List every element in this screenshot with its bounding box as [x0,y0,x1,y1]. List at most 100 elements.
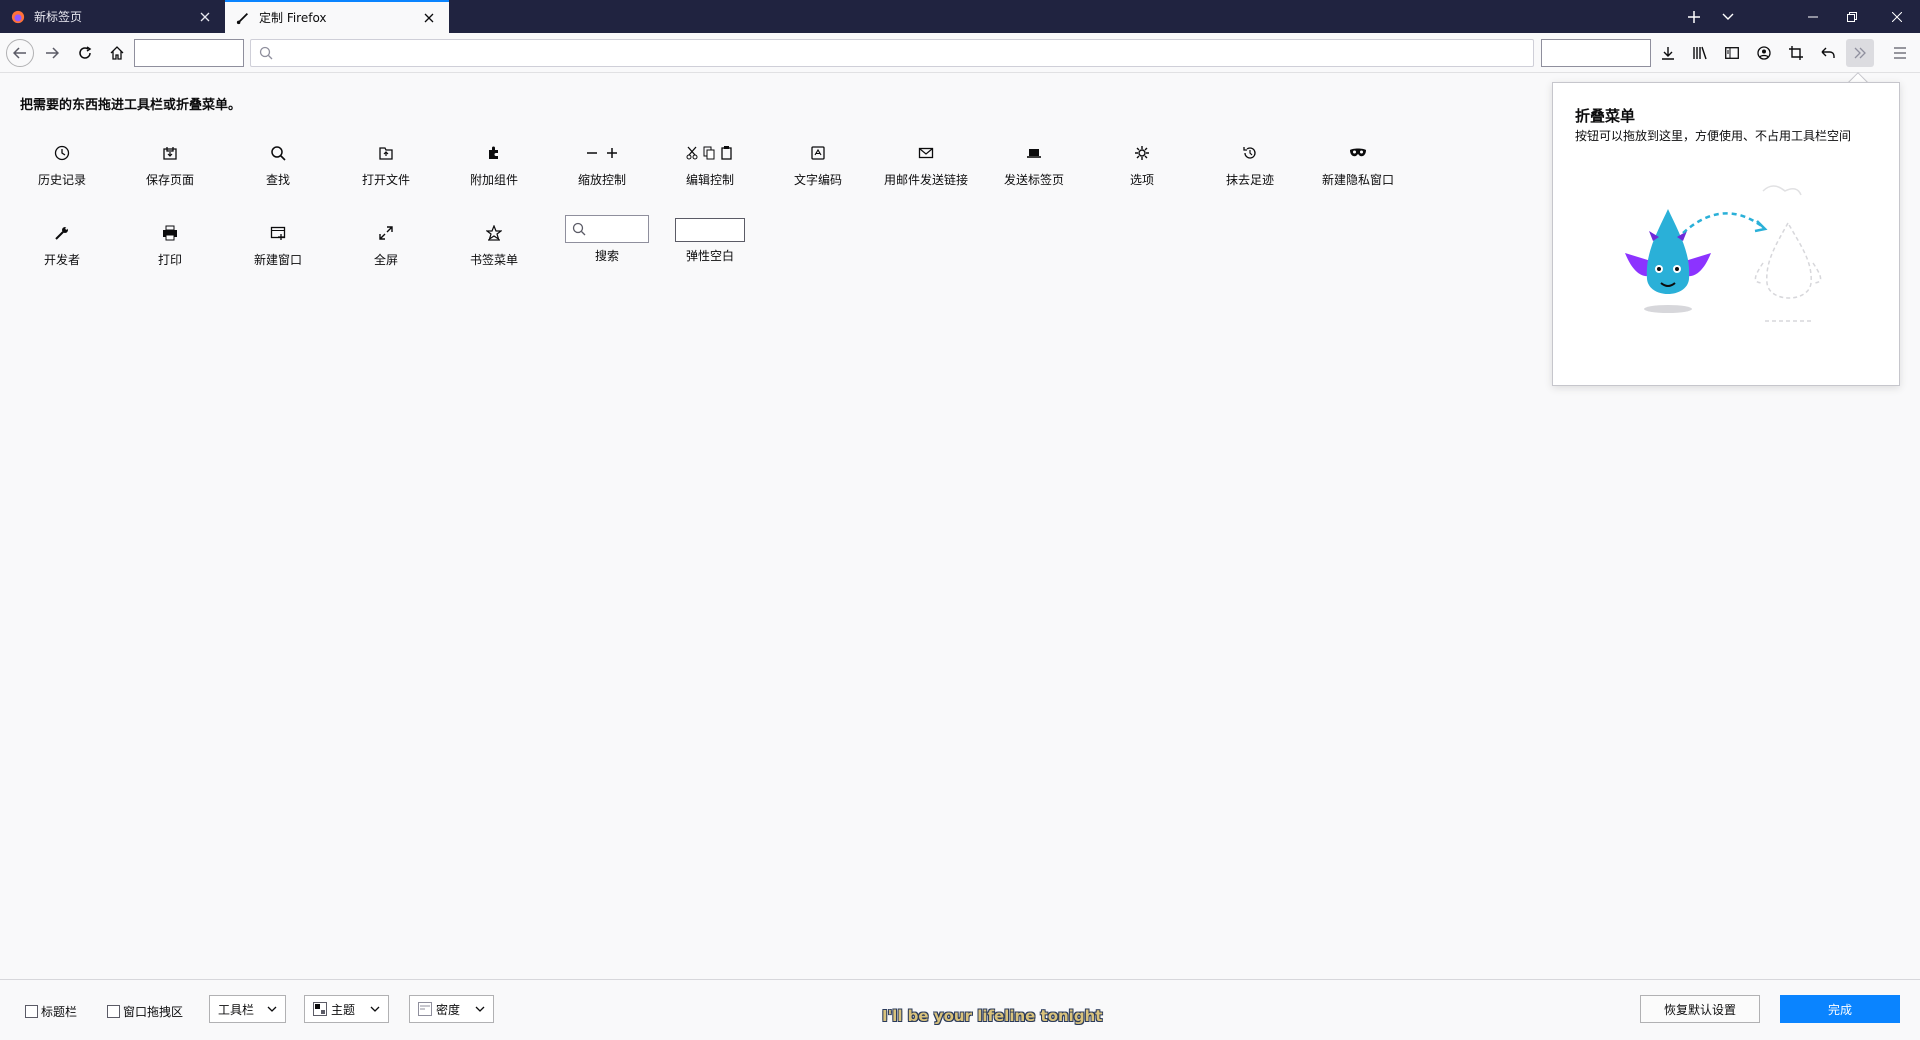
send-tab-icon [1026,143,1042,163]
checkbox-box[interactable] [25,1005,38,1018]
palette-new-window[interactable]: 新建窗口 [228,223,328,268]
wrench-icon [54,223,70,243]
bookmark-star-icon [486,223,502,243]
palette-forget[interactable]: 抹去足迹 [1200,143,1300,188]
overflow-panel-description: 按钮可以拖放到这里，方便使用、不占用工具栏空间 [1575,129,1852,143]
checkbox-box[interactable] [107,1005,120,1018]
text-encoding-icon [810,143,826,163]
back-button[interactable] [6,39,34,67]
overflow-menu-button[interactable] [1846,39,1874,67]
done-button[interactable]: 完成 [1780,995,1900,1023]
search-box-slot[interactable] [1541,39,1651,67]
chevron-down-icon [475,1006,485,1012]
title-bar-checkbox[interactable]: 标题栏 [25,1003,77,1020]
gear-icon [1134,143,1150,163]
restore-icon[interactable] [1829,0,1875,33]
palette-email-link[interactable]: 用邮件发送链接 [876,143,976,188]
search-icon [259,46,273,60]
palette-save-page[interactable]: 保存页面 [120,143,220,188]
palette-label: 用邮件发送链接 [883,173,968,187]
toolbar-placeholder-slot[interactable] [134,39,244,67]
palette-label: 书签菜单 [469,253,518,267]
forward-button[interactable] [38,39,66,67]
palette-label: 查找 [265,173,290,187]
palette-options[interactable]: 选项 [1092,143,1192,188]
palette-label: 搜索 [594,249,619,263]
palette-private-window[interactable]: 新建隐私窗口 [1308,143,1408,188]
drag-space-checkbox[interactable]: 窗口拖拽区 [107,1003,183,1020]
tab-customize-firefox[interactable]: 定制 Firefox [225,0,449,33]
search-icon [572,222,586,236]
palette-bookmarks-menu[interactable]: 书签菜单 [444,223,544,268]
new-tab-button[interactable] [1677,0,1711,33]
themes-label: 主题 [331,1002,356,1017]
palette-add-ons[interactable]: 附加组件 [444,143,544,188]
edit-controls-icon [686,143,734,163]
new-window-icon [270,223,286,243]
palette-label: 抹去足迹 [1225,173,1274,187]
palette-label: 附加组件 [469,173,518,187]
url-bar[interactable] [250,39,1534,67]
private-mask-icon [1349,143,1367,163]
palette-history[interactable]: 历史记录 [12,143,112,188]
overflow-panel[interactable]: 折叠菜单 按钮可以拖放到这里，方便使用、不占用工具栏空间 [1552,82,1900,386]
palette-label: 发送标签页 [1003,173,1064,187]
palette-zoom-controls[interactable]: 缩放控制 [552,143,652,188]
checkbox-label: 标题栏 [41,1005,78,1019]
restore-defaults-button[interactable]: 恢复默认设置 [1640,995,1760,1023]
overflow-illustration [1613,183,1843,333]
zoom-controls-icon [585,143,619,163]
close-tab-icon[interactable] [195,7,215,27]
toolbars-dropdown[interactable]: 工具栏 [209,995,286,1023]
palette-label: 开发者 [43,253,80,267]
palette-developer[interactable]: 开发者 [12,223,112,268]
palette-label: 历史记录 [37,173,86,187]
palette-text-encoding[interactable]: 文字编码 [768,143,868,188]
print-icon [162,223,178,243]
palette-label: 打开文件 [361,173,410,187]
screenshot-icon[interactable] [1782,39,1810,67]
account-icon[interactable] [1750,39,1778,67]
downloads-icon[interactable] [1654,39,1682,67]
library-icon[interactable] [1686,39,1714,67]
density-dropdown[interactable]: 密度 [409,995,494,1023]
customize-instructions: 把需要的东西拖进工具栏或折叠菜单。 [20,98,242,113]
list-tabs-icon[interactable] [1711,0,1745,33]
search-box [565,215,649,243]
palette-edit-controls[interactable]: 编辑控制 [660,143,760,188]
tab-new-tab[interactable]: 新标签页 [0,0,225,33]
nav-toolbar [0,33,1920,73]
chevron-down-icon [267,1006,277,1012]
history-icon [54,143,70,163]
find-icon [270,143,286,163]
fullscreen-icon [378,223,394,243]
themes-dropdown[interactable]: 主题 [304,995,389,1023]
close-window-icon[interactable] [1874,0,1920,33]
video-subtitle: I'll be your lifeline tonight [882,1007,1103,1025]
sidebar-icon[interactable] [1718,39,1746,67]
palette-label: 弹性空白 [685,249,734,263]
tab-label: 新标签页 [34,10,83,24]
undo-close-tab-icon[interactable] [1814,39,1842,67]
palette-send-tab[interactable]: 发送标签页 [984,143,1084,188]
palette-label: 新建隐私窗口 [1321,173,1394,187]
reload-button[interactable] [71,39,99,67]
url-input[interactable] [279,45,1533,61]
palette-label: 文字编码 [793,173,842,187]
close-tab-icon[interactable] [419,8,439,28]
palette-fullscreen[interactable]: 全屏 [336,223,436,268]
chevron-down-icon [370,1006,380,1012]
overflow-panel-title: 折叠菜单 [1575,107,1636,125]
tab-bar: 新标签页 定制 Firefox [0,0,1920,33]
home-button[interactable] [103,39,131,67]
palette-print[interactable]: 打印 [120,223,220,268]
density-icon [418,1002,432,1016]
palette-open-file[interactable]: 打开文件 [336,143,436,188]
palette-find[interactable]: 查找 [228,143,328,188]
save-page-icon [162,143,178,163]
palette-flexible-space[interactable]: 弹性空白 [660,218,760,264]
density-label: 密度 [436,1002,461,1017]
palette-search[interactable]: 搜索 [557,215,657,264]
hamburger-menu-icon[interactable] [1886,39,1914,67]
email-icon [918,143,934,163]
